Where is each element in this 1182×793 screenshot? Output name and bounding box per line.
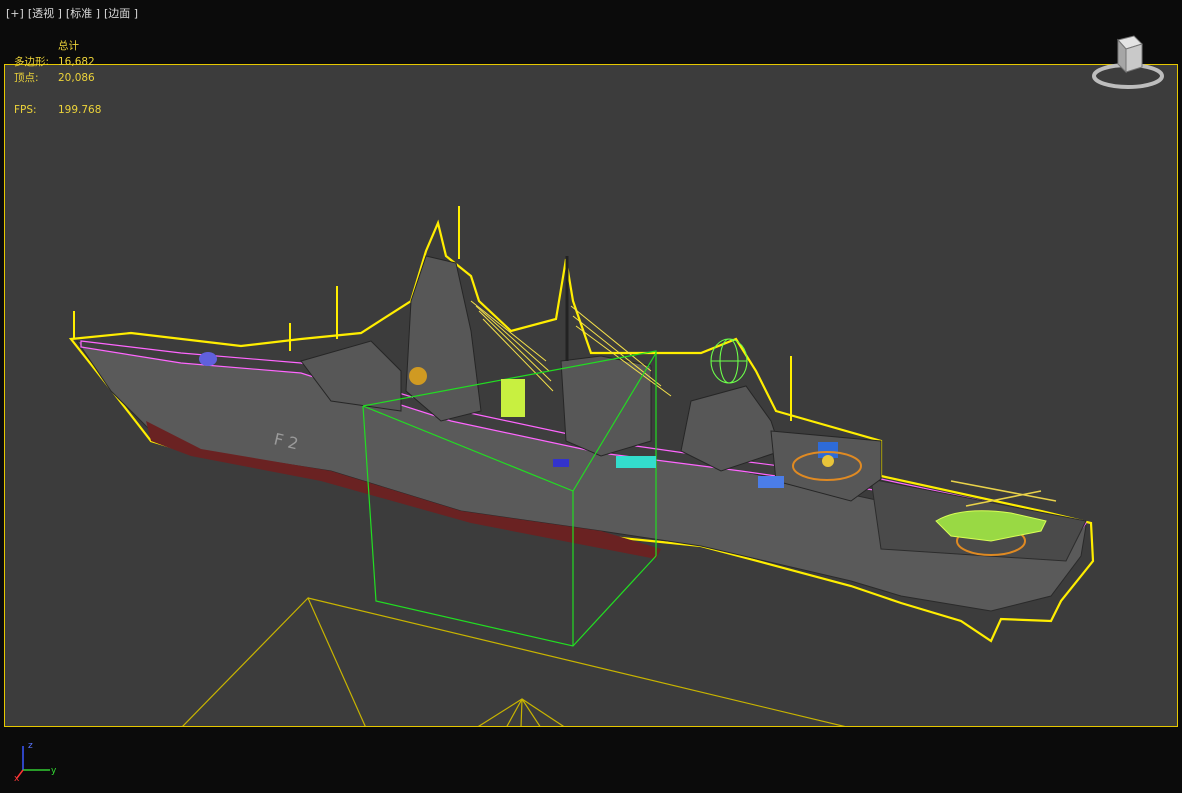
aft-equipment — [758, 476, 784, 488]
vertices-label: 顶点: — [14, 72, 39, 84]
grid-line — [520, 698, 523, 726]
rhib-boat — [616, 456, 656, 468]
grid-line — [182, 596, 366, 726]
viewport-perspective-menu[interactable]: [透视 ] — [28, 6, 62, 22]
axis-y-label: y — [51, 766, 57, 776]
polygons-value: 16,682 — [58, 56, 95, 68]
viewcube-icon[interactable] — [1088, 32, 1168, 92]
scene-canvas: F 2 — [68, 206, 1095, 726]
statistics-overlay: 总计 多边形: 16,682 顶点: 20,086 FPS: 199.768 — [14, 38, 101, 118]
fps-label: FPS: — [14, 104, 37, 116]
viewport-plus-menu[interactable]: [+] — [6, 6, 24, 22]
launcher-wireframe — [501, 379, 525, 417]
polygons-label: 多边形: — [14, 56, 50, 68]
bow-gun-turret — [199, 352, 217, 366]
viewport-label-menu: [+] [透视 ] [标准 ] [边面 ] — [6, 6, 138, 22]
fps-value: 199.768 — [58, 104, 102, 116]
axis-x-label: x — [14, 774, 20, 782]
perspective-viewport[interactable]: [+] [透视 ] [标准 ] [边面 ] F 2 总计 多边形: 16,682… — [0, 0, 1182, 793]
grid-line — [521, 698, 541, 726]
axis-z-label: z — [28, 741, 33, 751]
viewport-shading-menu[interactable]: [标准 ] — [66, 6, 100, 22]
aft-turret — [822, 455, 834, 467]
viewport-display-mode-menu[interactable]: [边面 ] — [104, 6, 138, 22]
aft-superstructure — [680, 385, 782, 472]
deck-container — [553, 459, 569, 467]
ciws-mount — [409, 367, 427, 385]
active-viewport-frame[interactable]: F 2 — [4, 64, 1178, 727]
axis-tripod-icon: z y x — [14, 741, 57, 782]
grid-line — [506, 698, 523, 726]
grid-line — [307, 597, 846, 726]
vertices-value: 20,086 — [58, 72, 95, 84]
stats-header: 总计 — [58, 40, 79, 52]
ground-grid — [182, 596, 846, 726]
radar-wireframe — [710, 338, 748, 384]
